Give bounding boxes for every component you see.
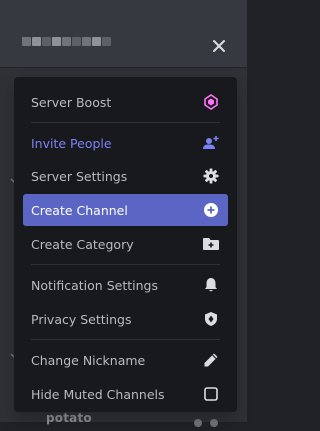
channel-item-label[interactable]: potato <box>46 411 92 425</box>
boost-gem-icon <box>202 93 220 111</box>
menu-item-invite-people[interactable]: Invite People <box>23 127 228 159</box>
menu-item-create-channel[interactable]: Create Channel <box>23 194 228 226</box>
shield-icon <box>202 310 220 328</box>
plus-circle-icon <box>202 201 220 219</box>
gear-icon <box>202 167 220 185</box>
menu-item-label: Hide Muted Channels <box>31 386 165 402</box>
menu-item-label: Invite People <box>31 135 112 151</box>
menu-item-label: Create Category <box>31 236 134 252</box>
server-header[interactable] <box>0 0 247 67</box>
checkbox-icon[interactable] <box>202 385 220 403</box>
menu-separator <box>31 339 220 340</box>
menu-separator <box>31 264 220 265</box>
add-person-icon <box>202 134 220 152</box>
menu-separator <box>31 122 220 123</box>
bell-icon <box>202 276 220 294</box>
menu-item-privacy-settings[interactable]: Privacy Settings <box>23 303 228 335</box>
menu-item-create-category[interactable]: Create Category <box>23 228 228 260</box>
menu-item-label: Server Settings <box>31 168 128 184</box>
pencil-icon <box>202 351 220 369</box>
close-icon[interactable] <box>209 36 229 56</box>
menu-item-notification-settings[interactable]: Notification Settings <box>23 269 228 301</box>
menu-item-label: Privacy Settings <box>31 311 132 327</box>
server-dropdown-menu: Server Boost Invite People Server Settin… <box>14 77 237 412</box>
menu-item-label: Change Nickname <box>31 352 146 368</box>
menu-item-hide-muted-channels[interactable]: Hide Muted Channels <box>23 378 228 410</box>
menu-item-label: Server Boost <box>31 94 112 110</box>
menu-item-server-settings[interactable]: Server Settings <box>23 160 228 192</box>
menu-item-label: Notification Settings <box>31 277 158 293</box>
channel-action-icons <box>194 412 234 427</box>
folder-plus-icon <box>202 235 220 253</box>
menu-item-change-nickname[interactable]: Change Nickname <box>23 344 228 376</box>
menu-item-server-boost[interactable]: Server Boost <box>23 86 228 118</box>
server-name-obscured <box>22 37 111 46</box>
menu-item-label: Create Channel <box>31 202 128 218</box>
